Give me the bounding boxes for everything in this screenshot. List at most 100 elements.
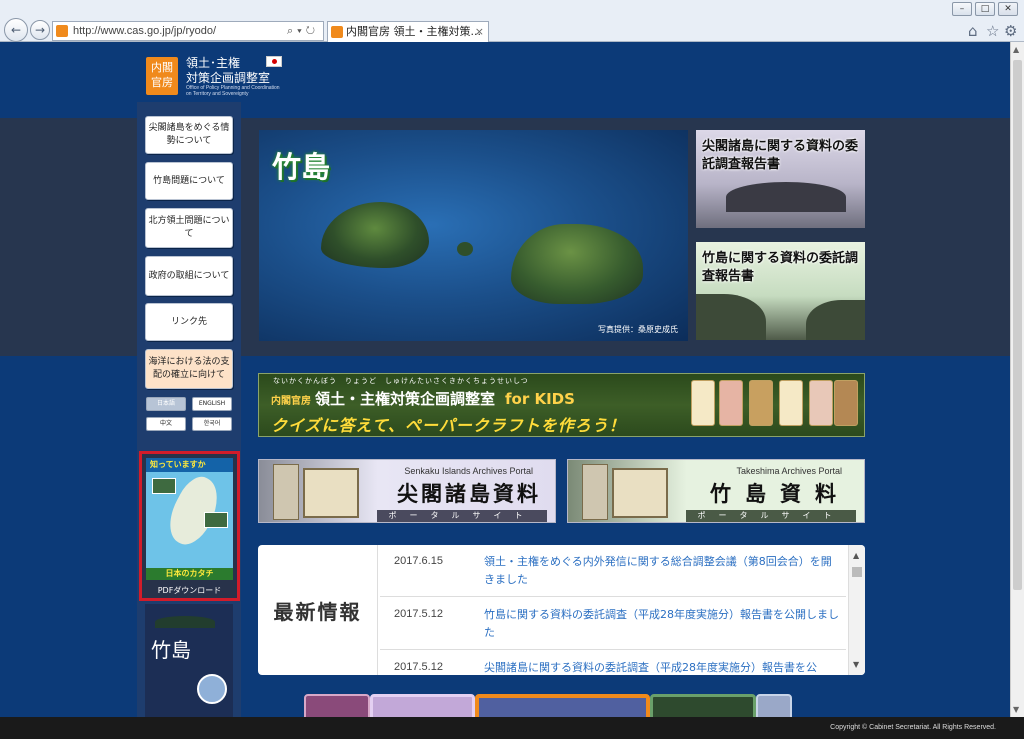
back-button[interactable]: ← [4, 18, 28, 42]
browser-chrome: – □ ✕ ← → http://www.cas.go.jp/jp/ryodo/… [0, 0, 1024, 42]
home-icon[interactable]: ⌂ [968, 22, 978, 40]
for-kids-label: for KIDS [505, 390, 575, 408]
scroll-down-icon[interactable]: ▼ [1013, 705, 1019, 714]
site-subtitle: Office of Policy Planning and Coordinati… [186, 85, 280, 97]
news-heading: 最新情報 [258, 545, 378, 675]
scroll-up-icon[interactable]: ▲ [1013, 45, 1019, 54]
papercraft-figure [834, 380, 858, 426]
archive-document-image [582, 464, 608, 520]
portal-jp-title: 竹島資料 [710, 482, 850, 506]
papercraft-figure [749, 380, 773, 426]
latest-news-panel: 最新情報 2017.6.15 領土・主権をめぐる内外発信に関する総合調整会議（第… [258, 545, 865, 675]
scroll-up-icon[interactable]: ▲ [853, 551, 859, 560]
japan-map-image: 知っていますか 日本のカタチ [146, 458, 233, 580]
lang-chinese[interactable]: 中文 [146, 417, 186, 431]
close-window-button[interactable]: ✕ [998, 2, 1018, 16]
cabinet-logo[interactable]: 内閣官房 [146, 57, 178, 95]
news-link[interactable]: 尖閣諸島に関する資料の委託調査（平成28年度実施分）報告書を公 [484, 659, 840, 675]
archive-document-image [303, 468, 359, 518]
sidebar-item-senkaku[interactable]: 尖閣諸島をめぐる情勢について [145, 116, 233, 154]
lang-korean[interactable]: 한국어 [192, 417, 232, 431]
sidebar-item-takeshima[interactable]: 竹島問題について [145, 162, 233, 200]
senkaku-report-banner[interactable]: 尖閣諸島に関する資料の委託調査報告書 [696, 130, 865, 228]
url-text: http://www.cas.go.jp/jp/ryodo/ [73, 25, 217, 37]
settings-gear-icon[interactable]: ⚙ [1004, 22, 1017, 40]
kids-subtitle: クイズに答えて、ペーパークラフトを作ろう！ [271, 416, 626, 435]
takeshima-archives-portal[interactable]: Takeshima Archives Portal 竹島資料 ポータルサイト [567, 459, 865, 523]
bottom-tab[interactable] [756, 694, 792, 717]
poster-circle-image [197, 674, 227, 704]
browser-tab[interactable]: 内閣官房 領土・主権対策... × [327, 21, 489, 42]
news-link[interactable]: 領土・主権をめぐる内外発信に関する総合調整会議（第8回会合）を開きました [484, 553, 840, 589]
photo-credit: 写真提供：桑原史成氏 [598, 325, 678, 334]
site-title-line2: 対策企画調整室 [186, 71, 271, 85]
hero-title: 竹島 [272, 150, 331, 184]
island-silhouette [726, 182, 846, 212]
footer: Copyright © Cabinet Secretariat. All Rig… [0, 717, 1024, 739]
islet [457, 242, 473, 256]
sidebar: 尖閣諸島をめぐる情勢について 竹島問題について 北方領土問題について 政府の取組… [137, 102, 241, 717]
sidebar-item-links[interactable]: リンク先 [145, 303, 233, 341]
lang-english[interactable]: ENGLISH [192, 397, 232, 411]
report-title: 尖閣諸島に関する資料の委託調査報告書 [702, 139, 859, 172]
sidebar-item-rule-of-law[interactable]: 海洋における法の支配の確立に向けて [145, 349, 233, 389]
bottom-tab[interactable] [650, 694, 756, 717]
papercraft-figure [691, 380, 715, 426]
map-card-header: 知っていますか [146, 458, 233, 472]
takeshima-poster[interactable]: 竹島 [145, 604, 233, 717]
forward-button[interactable]: → [30, 20, 50, 40]
news-item: 2017.5.12 尖閣諸島に関する資料の委託調査（平成28年度実施分）報告書を… [380, 651, 846, 675]
archive-document-image [612, 468, 668, 518]
portal-kana: ポータルサイト [377, 510, 547, 522]
site-title[interactable]: 領土･主権 対策企画調整室 [186, 56, 270, 86]
news-scrollbar[interactable]: ▲ ▼ [848, 545, 865, 675]
kids-banner[interactable]: ないかくかんぼう りょうど しゅけんたいさくきかくちょうせいしつ 内閣官房 領土・… [258, 373, 865, 437]
site-favicon-icon [56, 25, 68, 37]
map-photo [204, 512, 228, 528]
favorites-star-icon[interactable]: ☆ [986, 22, 999, 40]
island-east [511, 224, 643, 304]
map-card-footer: 日本のカタチ [146, 568, 233, 580]
maximize-button[interactable]: □ [975, 2, 995, 16]
rock-silhouette [696, 294, 766, 340]
sidebar-item-northern-territories[interactable]: 北方領土問題について [145, 208, 233, 248]
pdf-download-label[interactable]: PDFダウンロード [142, 585, 237, 596]
scroll-down-icon[interactable]: ▼ [853, 660, 859, 669]
papercraft-figure [779, 380, 803, 426]
page-scroll-thumb[interactable] [1013, 60, 1022, 590]
senkaku-archives-portal[interactable]: Senkaku Islands Archives Portal 尖閣諸島資料 ポ… [258, 459, 556, 523]
pdf-download-card[interactable]: 知っていますか 日本のカタチ PDFダウンロード [139, 451, 240, 601]
kids-org-name: 領土・主権対策企画調整室 [315, 390, 496, 408]
news-item: 2017.6.15 領土・主権をめぐる内外発信に関する総合調整会議（第8回会合）… [380, 545, 846, 597]
minimize-button[interactable]: – [952, 2, 972, 16]
news-item: 2017.5.12 竹島に関する資料の委託調査（平成28年度実施分）報告書を公開… [380, 598, 846, 650]
bottom-tab[interactable] [304, 694, 370, 717]
news-date: 2017.5.12 [394, 608, 443, 620]
page-scrollbar[interactable]: ▲ ▼ [1010, 42, 1024, 717]
bottom-tab[interactable] [370, 694, 475, 717]
takeshima-report-banner[interactable]: 竹島に関する資料の委託調査報告書 [696, 242, 865, 340]
papercraft-figure [809, 380, 833, 426]
portal-en-title: Takeshima Archives Portal [736, 466, 842, 476]
kids-org-small: 内閣官房 [271, 396, 311, 407]
address-bar[interactable]: http://www.cas.go.jp/jp/ryodo/ ⌕▾↻ [52, 21, 324, 41]
address-tools-icon[interactable]: ⌕▾↻ [287, 22, 319, 40]
tab-favicon-icon [331, 26, 343, 38]
portal-en-title: Senkaku Islands Archives Portal [404, 466, 533, 476]
tab-close-icon[interactable]: × [475, 22, 484, 41]
site-title-line1: 領土･主権 [186, 56, 241, 70]
bottom-tab-active[interactable] [475, 694, 650, 717]
papercraft-figure [719, 380, 743, 426]
news-date: 2017.6.15 [394, 555, 443, 567]
sidebar-item-government-efforts[interactable]: 政府の取組について [145, 256, 233, 296]
takeshima-hero-image[interactable]: 竹島 写真提供：桑原史成氏 [259, 130, 688, 341]
portal-kana: ポータルサイト [686, 510, 856, 522]
lang-japanese[interactable]: 日本語 [146, 397, 186, 411]
rock-silhouette [806, 300, 865, 340]
island-west [321, 202, 429, 268]
copyright-text: Copyright © Cabinet Secretariat. All Rig… [830, 724, 996, 731]
map-photo [152, 478, 176, 494]
news-link[interactable]: 竹島に関する資料の委託調査（平成28年度実施分）報告書を公開しました [484, 606, 840, 642]
kids-ruby: ないかくかんぼう りょうど しゅけんたいさくきかくちょうせいしつ [273, 377, 529, 385]
news-scroll-thumb[interactable] [852, 567, 862, 577]
